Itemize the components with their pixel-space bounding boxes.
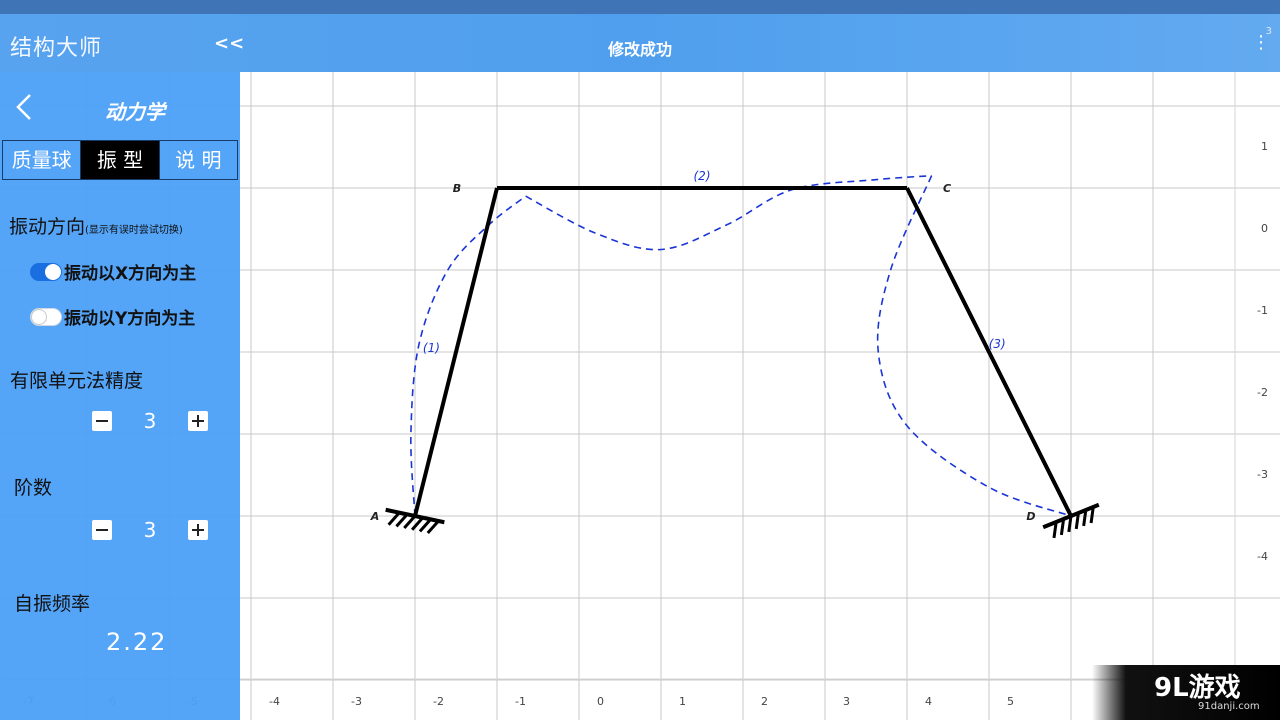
toggle-knob	[31, 308, 47, 325]
fem-precision-label: 有限单元法精度	[10, 370, 144, 392]
panel-title: 动力学	[105, 100, 165, 124]
vibration-direction-hint: (显示有误时尝试切换)	[85, 225, 183, 236]
watermark-logo: 9L游戏	[1154, 673, 1241, 703]
fixed-support-icon	[385, 507, 445, 535]
y-tick-label: 1	[1261, 140, 1268, 153]
tab-mode-shape[interactable]: 振 型	[81, 141, 160, 179]
node-label: D	[1026, 510, 1035, 523]
vibration-x-toggle[interactable]	[30, 262, 62, 281]
vibration-direction-label: 振动方向	[9, 216, 86, 238]
toggle-row-x: 振动以X方向为主	[30, 259, 196, 284]
y-tick-label: 0	[1261, 222, 1268, 235]
x-tick-label: 1	[679, 695, 686, 708]
site-watermark: 9L游戏 91danji.com	[1092, 665, 1280, 720]
natural-frequency-value: 2.22	[106, 628, 168, 656]
y-tick-label: -2	[1257, 386, 1268, 399]
tab-description[interactable]: 说 明	[160, 141, 237, 179]
fem-precision-stepper: 3	[92, 409, 208, 433]
minus-icon	[96, 529, 108, 531]
member-label: (1)	[423, 341, 440, 355]
status-message: 修改成功	[607, 40, 672, 59]
panel-tabs: 质量球 振 型 说 明	[2, 140, 238, 180]
x-tick-label: -4	[269, 695, 280, 708]
fem-precision-value: 3	[143, 409, 157, 433]
node-label: C	[943, 182, 951, 195]
app-bar: 结构大师 << 修改成功 3 ⋮	[0, 14, 1280, 72]
order-label: 阶数	[14, 477, 53, 499]
y-tick-label: -3	[1257, 468, 1268, 481]
x-tick-label: 3	[843, 695, 850, 708]
order-value: 3	[143, 518, 157, 542]
x-tick-label: -1	[515, 695, 526, 708]
plus-icon-stem	[197, 415, 199, 427]
x-tick-label: -3	[351, 695, 362, 708]
vibration-direction-section: 振动方向(显示有误时尝试切换)	[9, 212, 183, 239]
x-tick-label: 5	[1007, 695, 1014, 708]
x-tick-label: 4	[925, 695, 932, 708]
order-decrement-button[interactable]	[92, 520, 112, 540]
status-bar	[0, 0, 1280, 14]
toggle-knob	[45, 263, 61, 280]
node-label: B	[453, 182, 461, 195]
x-tick-label: 2	[761, 695, 768, 708]
dynamics-panel: 动力学 质量球 振 型 说 明 振动方向(显示有误时尝试切换) 振动以X方向为主…	[0, 72, 240, 720]
watermark-site: 91danji.com	[1198, 701, 1260, 712]
plus-icon-stem	[197, 524, 199, 536]
vibration-y-toggle[interactable]	[30, 307, 62, 326]
toggle-row-y: 振动以Y方向为主	[30, 304, 195, 329]
member-label: (3)	[989, 337, 1006, 351]
more-dots-icon[interactable]: ⋮	[1252, 32, 1270, 53]
y-tick-label: -1	[1257, 304, 1268, 317]
natural-frequency-label: 自振频率	[14, 593, 91, 615]
tab-mass-ball[interactable]: 质量球	[3, 141, 82, 179]
vibration-y-label: 振动以Y方向为主	[64, 309, 196, 329]
order-stepper: 3	[92, 518, 208, 542]
fem-precision-increment-button[interactable]	[188, 411, 208, 431]
member-label: (2)	[694, 169, 711, 183]
fem-precision-decrement-button[interactable]	[92, 411, 112, 431]
x-tick-label: -2	[433, 695, 444, 708]
order-increment-button[interactable]	[188, 520, 208, 540]
x-tick-label: 0	[597, 695, 604, 708]
vibration-x-label: 振动以X方向为主	[64, 264, 197, 284]
y-tick-label: -4	[1257, 550, 1268, 563]
node-label: A	[370, 510, 380, 523]
minus-icon	[96, 420, 108, 422]
